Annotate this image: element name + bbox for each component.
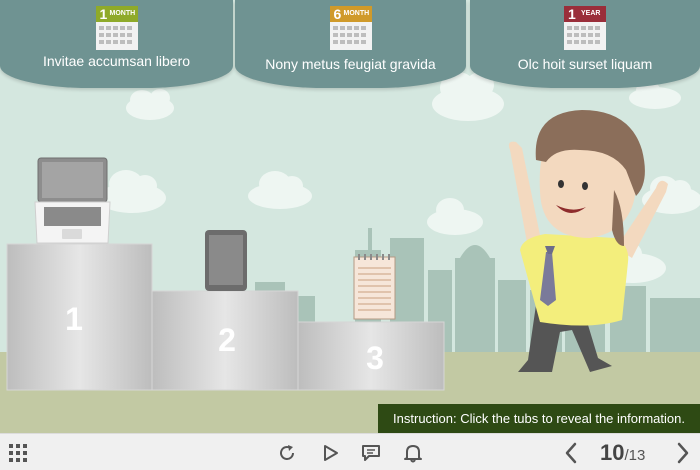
replay-icon: [280, 445, 294, 460]
total-pages: 13: [628, 447, 646, 464]
cloud-icon: [126, 89, 174, 120]
menu-button[interactable]: [8, 434, 30, 470]
laptop-icon: [34, 157, 111, 244]
current-page: 10: [600, 440, 625, 465]
tab-6-month[interactable]: 6 MONTH Nony metus feugiat gravida: [235, 0, 466, 88]
podium-place-2: 2: [218, 322, 236, 358]
instruction-banner: Instruction: Click the tubs to reveal th…: [378, 404, 700, 433]
calendar-unit: MONTH: [109, 10, 136, 17]
play-icon: [324, 445, 338, 461]
tab-label: Nony metus feugiat gravida: [265, 56, 436, 72]
play-button[interactable]: [320, 434, 342, 470]
previous-slide-button[interactable]: [560, 434, 582, 470]
slide-stage: 1 2 3 1 MONTH Invitae accumsan libero 6 …: [0, 0, 700, 470]
chevron-right-icon: [677, 442, 689, 464]
tablet-icon: [205, 230, 247, 291]
calendar-unit: YEAR: [581, 10, 601, 17]
bell-icon: [404, 445, 422, 463]
tab-1-month[interactable]: 1 MONTH Invitae accumsan libero: [0, 0, 233, 88]
grid-menu-icon: [9, 444, 27, 462]
tab-label: Invitae accumsan libero: [42, 53, 191, 69]
calendar-icon: 1 MONTH: [95, 6, 138, 50]
replay-button[interactable]: [276, 434, 298, 470]
transcript-button[interactable]: [360, 434, 382, 470]
chat-icon: [362, 445, 380, 461]
tab-1-year[interactable]: 1 YEAR Olc hoit surset liquam: [470, 0, 700, 88]
calendar-number: 1: [99, 6, 108, 22]
calendar-icon: 1 YEAR: [564, 6, 606, 50]
chevron-left-icon: [565, 442, 577, 464]
calendar-unit: MONTH: [343, 10, 370, 17]
podium-place-1: 1: [65, 301, 83, 337]
tab-label: Olc hoit surset liquam: [517, 56, 653, 72]
next-slide-button[interactable]: [672, 434, 694, 470]
calendar-number: 6: [333, 6, 342, 22]
player-toolbar: 10/13: [0, 433, 700, 470]
notepad-icon: [353, 254, 396, 320]
page-counter: 10/13: [600, 440, 645, 466]
calendar-icon: 6 MONTH: [329, 6, 372, 50]
reveal-tabs: 1 MONTH Invitae accumsan libero 6 MONTH: [0, 0, 700, 92]
calendar-number: 1: [568, 6, 576, 22]
notification-button[interactable]: [402, 434, 424, 470]
podium-place-3: 3: [366, 340, 384, 376]
